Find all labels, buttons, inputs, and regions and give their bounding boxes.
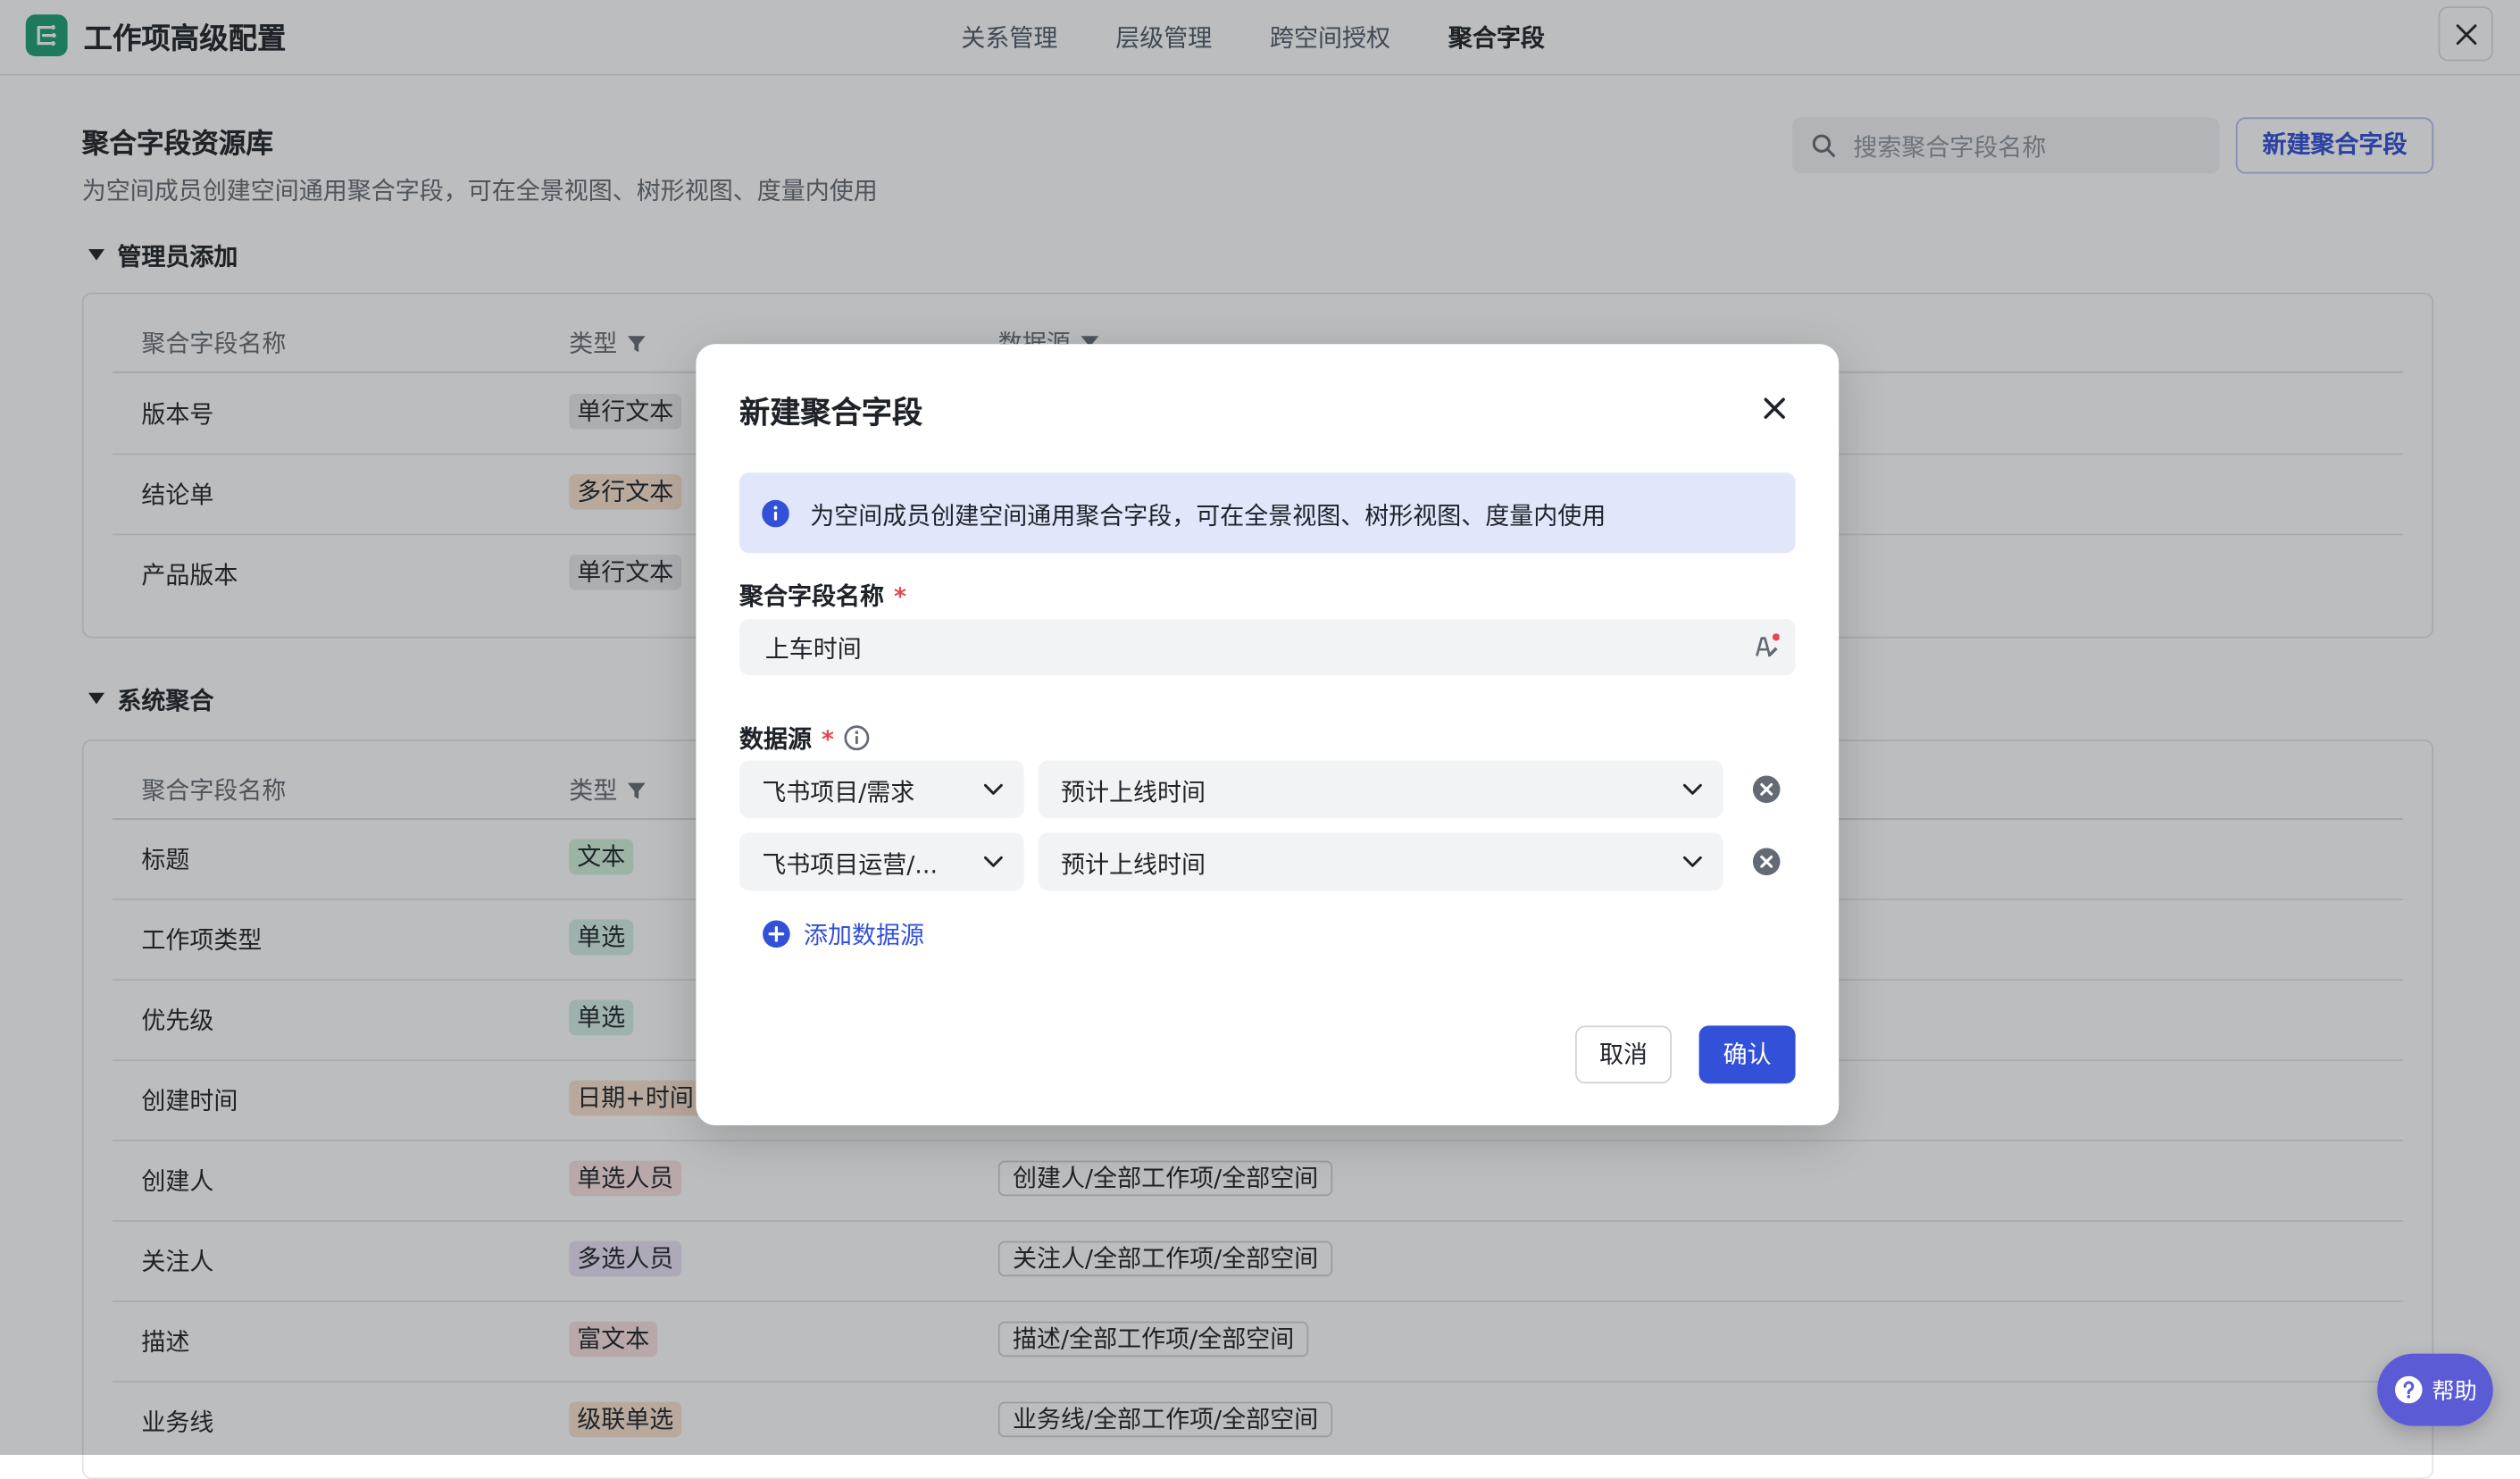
source-field-select[interactable]: 预计上线时间 (1038, 760, 1723, 819)
help-icon (2395, 1375, 2423, 1404)
name-field-label: 聚合字段名称 * (739, 579, 906, 613)
name-label-text: 聚合字段名称 (739, 581, 885, 611)
source-object-select[interactable]: 飞书项目/需求 (739, 760, 1024, 819)
source-object-value: 飞书项目/需求 (762, 778, 915, 807)
remove-source-icon[interactable] (1752, 775, 1781, 804)
source-object-value: 飞书项目运营/... (762, 850, 939, 880)
info-text: 为空间成员创建空间通用聚合字段，可在全景视图、树形视图、度量内使用 (810, 501, 1606, 531)
ai-edit-icon[interactable] (1754, 633, 1780, 659)
cancel-button[interactable]: 取消 (1575, 1025, 1672, 1084)
help-label: 帮助 (2432, 1379, 2477, 1406)
chevron-down-icon (983, 856, 1003, 867)
source-field-value: 预计上线时间 (1061, 778, 1206, 807)
page: 工作项高级配置 关系管理 层级管理 跨空间授权 聚合字段 聚合字段资源库 为空间… (0, 0, 2520, 1479)
chevron-down-icon (1682, 783, 1702, 795)
close-icon[interactable] (1760, 394, 1789, 422)
add-source-label: 添加数据源 (804, 921, 925, 950)
help-button[interactable]: 帮助 (2377, 1353, 2493, 1426)
chevron-down-icon (1682, 856, 1702, 867)
dialog-title: 新建聚合字段 (739, 395, 923, 431)
source-field-select[interactable]: 预计上线时间 (1038, 832, 1723, 891)
source-field-value: 预计上线时间 (1061, 850, 1206, 880)
name-input[interactable] (762, 619, 1733, 679)
remove-source-icon[interactable] (1752, 848, 1781, 876)
chevron-down-icon (983, 783, 1003, 795)
add-circle-icon (763, 920, 790, 948)
new-aggregate-field-dialog: 新建聚合字段 为空间成员创建空间通用聚合字段，可在全景视图、树形视图、度量内使用… (696, 344, 1840, 1126)
info-icon[interactable] (844, 725, 870, 751)
source-label-text: 数据源 (739, 724, 813, 755)
source-object-select[interactable]: 飞书项目运营/... (739, 832, 1024, 891)
source-field-label: 数据源 * (739, 722, 870, 756)
name-field (739, 619, 1796, 679)
required-mark: * (821, 724, 834, 755)
info-banner: 为空间成员创建空间通用聚合字段，可在全景视图、树形视图、度量内使用 (739, 472, 1796, 554)
info-icon (762, 499, 789, 528)
required-mark: * (893, 581, 906, 611)
confirm-button[interactable]: 确认 (1698, 1025, 1796, 1084)
